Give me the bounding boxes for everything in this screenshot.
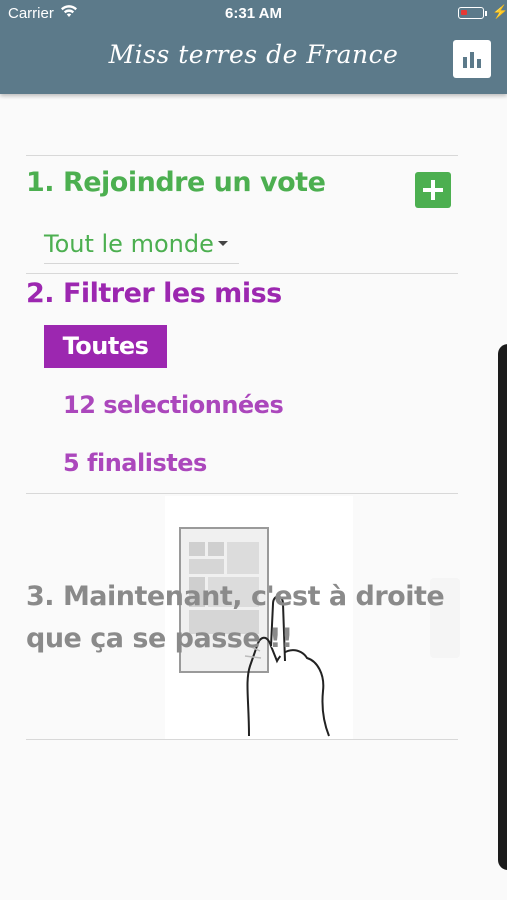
- app-title: Miss terres de France: [108, 40, 399, 69]
- filter-selected-button[interactable]: 12 selectionnées: [63, 391, 284, 419]
- side-drawer-edge[interactable]: [498, 344, 507, 870]
- status-bar: Carrier 6:31 AM ⚡: [0, 0, 507, 28]
- charging-icon: ⚡: [492, 4, 507, 19]
- divider: [26, 273, 458, 274]
- divider: [26, 155, 458, 156]
- vote-select-value: Tout le monde: [44, 230, 214, 258]
- divider: [26, 739, 458, 740]
- add-vote-button[interactable]: [415, 172, 451, 208]
- filter-finalists-button[interactable]: 5 finalistes: [63, 449, 207, 477]
- battery-tip: [485, 11, 487, 16]
- swipe-instruction: 3. Maintenant, c'est à droite que ça se …: [26, 576, 446, 660]
- filter-all-button[interactable]: Toutes: [44, 325, 167, 368]
- status-time: 6:31 AM: [225, 5, 282, 22]
- vote-select[interactable]: Tout le monde: [44, 228, 239, 264]
- divider: [26, 493, 458, 494]
- bar-chart-icon: [463, 52, 481, 68]
- app-header: Carrier 6:31 AM ⚡ Miss terres de France: [0, 0, 507, 94]
- chevron-down-icon: [218, 241, 228, 246]
- instruction-line-1: 3. Maintenant, c'est à droite: [26, 581, 445, 612]
- battery-icon: [458, 7, 484, 19]
- stats-button[interactable]: [453, 40, 491, 78]
- join-vote-title: 1. Rejoindre un vote: [26, 167, 326, 198]
- filter-title: 2. Filtrer les miss: [26, 278, 282, 309]
- instruction-line-2: que ça se passe !!: [26, 623, 293, 654]
